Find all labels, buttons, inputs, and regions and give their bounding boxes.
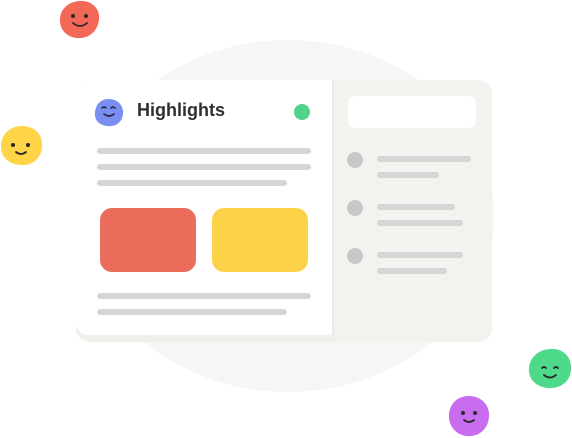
list-item-line (377, 204, 455, 210)
text-line (97, 164, 311, 170)
text-line (97, 148, 311, 154)
tile-yellow[interactable] (212, 208, 308, 272)
list-item-line (377, 252, 463, 258)
card-title: Highlights (137, 100, 225, 120)
search-input[interactable] (348, 96, 476, 128)
list-item-line (377, 268, 447, 274)
list-item-avatar (347, 248, 363, 264)
text-line (97, 293, 311, 299)
list-item-line (377, 156, 471, 162)
status-dot-icon (294, 104, 310, 120)
list-item-line (377, 220, 463, 226)
text-line (97, 180, 287, 186)
smiley-blob-red-icon (59, 0, 100, 39)
list-item-line (377, 172, 439, 178)
list-item-avatar (347, 152, 363, 168)
avatar-smiley-icon (94, 99, 124, 127)
text-line (97, 309, 287, 315)
smiley-blob-purple-icon (448, 396, 490, 437)
list-item-avatar (347, 200, 363, 216)
tile-red[interactable] (100, 208, 196, 272)
smiley-blob-green-icon (528, 348, 572, 389)
smiley-blob-yellow-icon (0, 126, 43, 166)
